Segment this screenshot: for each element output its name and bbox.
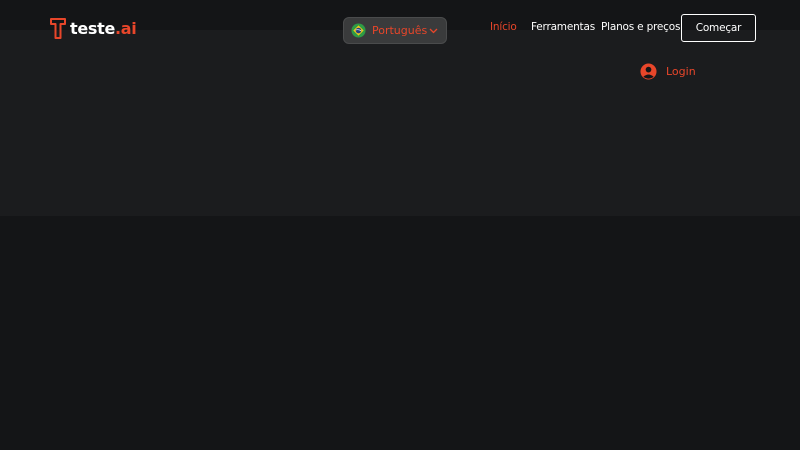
page: teste.ai Português Início Ferramentas Pl…: [0, 0, 800, 450]
nav-link-ferramentas[interactable]: Ferramentas: [531, 21, 595, 33]
t-logo-icon: [50, 18, 66, 39]
user-circle-icon: [640, 62, 657, 80]
comecar-button[interactable]: Começar: [681, 14, 756, 42]
nav-link-planos-precos[interactable]: Planos e preços: [601, 21, 680, 33]
top-navbar: teste.ai Português Início Ferramentas Pl…: [0, 0, 800, 56]
language-selector[interactable]: Português: [343, 17, 447, 44]
hero-section: [0, 30, 800, 216]
brand-name: teste.ai: [70, 18, 137, 38]
brazil-flag-icon: [351, 23, 366, 38]
chevron-down-icon: [429, 28, 438, 34]
login-label: Login: [666, 64, 696, 78]
login-link[interactable]: Login: [640, 62, 696, 80]
brand-logo[interactable]: teste.ai: [50, 16, 137, 40]
language-label: Português: [372, 24, 428, 37]
nav-link-inicio[interactable]: Início: [490, 21, 517, 33]
